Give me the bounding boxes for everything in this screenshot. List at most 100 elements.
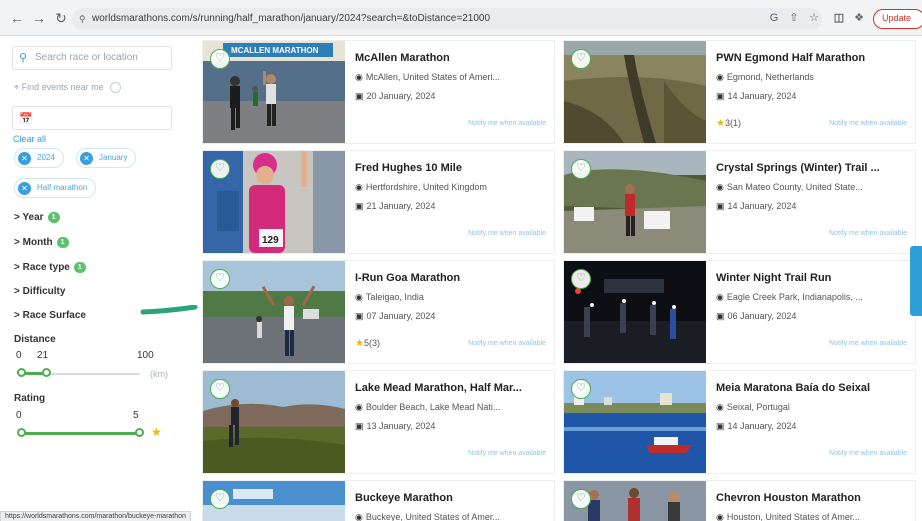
favorite-heart-icon[interactable]: ♡ bbox=[210, 49, 230, 69]
calendar-icon: ▣ bbox=[355, 91, 364, 101]
filter-chip-year[interactable]: ✕ 2024 bbox=[14, 148, 64, 168]
favorite-heart-icon[interactable]: ♡ bbox=[210, 379, 230, 399]
race-title[interactable]: Crystal Springs (Winter) Trail ... bbox=[716, 162, 911, 174]
notify-me-link[interactable]: Notify me when available bbox=[829, 340, 907, 347]
location-target-icon: ⌖ bbox=[14, 82, 20, 92]
race-card[interactable]: 129 ♡ Fred Hughes 10 Mile ◉ Hertfordshire… bbox=[202, 150, 555, 254]
race-title[interactable]: Lake Mead Marathon, Half Mar... bbox=[355, 382, 550, 394]
chip-label: 2024 bbox=[37, 153, 55, 162]
facet-race-type[interactable]: > Race type 1 bbox=[14, 262, 86, 273]
rating-min-handle[interactable] bbox=[17, 428, 26, 437]
notify-me-link[interactable]: Notify me when available bbox=[468, 120, 546, 127]
find-events-near-me[interactable]: ⌖ Find events near me bbox=[14, 82, 122, 94]
feedback-side-tab[interactable] bbox=[910, 246, 922, 316]
favorite-heart-icon[interactable]: ♡ bbox=[571, 379, 591, 399]
distance-max: 100 bbox=[137, 350, 154, 361]
race-title[interactable]: Meia Maratona Baía do Seixal bbox=[716, 382, 911, 394]
race-title[interactable]: McAllen Marathon bbox=[355, 52, 550, 64]
distance-max-handle[interactable] bbox=[41, 368, 51, 377]
race-location: Seixal, Portugal bbox=[726, 402, 790, 412]
notify-me-link[interactable]: Notify me when available bbox=[829, 230, 907, 237]
location-pin-icon: ◉ bbox=[355, 72, 363, 82]
race-rating: 3(1) bbox=[724, 118, 741, 128]
site-info-icon[interactable]: ⚲ bbox=[79, 8, 86, 30]
date-picker-input[interactable]: 📅 bbox=[12, 106, 172, 130]
race-title[interactable]: Chevron Houston Marathon bbox=[716, 492, 911, 504]
race-card[interactable]: ♡ PWN Egmond Half Marathon ◉ Egmond, Neth… bbox=[563, 40, 916, 144]
facet-month[interactable]: > Month 1 bbox=[14, 237, 69, 248]
favorite-heart-icon[interactable]: ♡ bbox=[571, 489, 591, 509]
race-card[interactable]: ♡ Crystal Springs (Winter) Trail ... ◉ Sa… bbox=[563, 150, 916, 254]
update-button[interactable]: Update bbox=[873, 9, 922, 29]
race-location: Taleigao, India bbox=[365, 292, 424, 302]
forward-arrow-icon[interactable]: → bbox=[30, 9, 48, 27]
favorite-heart-icon[interactable]: ♡ bbox=[210, 489, 230, 509]
favorite-heart-icon[interactable]: ♡ bbox=[210, 159, 230, 179]
location-pin-icon: ◉ bbox=[355, 292, 363, 302]
filter-chip-race-type[interactable]: ✕ Half marathon bbox=[14, 178, 97, 198]
race-date: 20 January, 2024 bbox=[366, 91, 436, 101]
back-arrow-icon[interactable]: ← bbox=[8, 9, 26, 27]
race-card[interactable]: ♡ Lake Mead Marathon, Half Mar... ◉ Bould… bbox=[202, 370, 555, 474]
race-card[interactable]: ♡ I-Run Goa Marathon ◉ Taleigao, India ▣ 0… bbox=[202, 260, 555, 364]
notify-me-link[interactable]: Notify me when available bbox=[829, 450, 907, 457]
filter-sidebar: ⚲ Search race or location ⌖ Find events … bbox=[0, 36, 192, 521]
facet-difficulty[interactable]: > Difficulty bbox=[14, 286, 65, 297]
favorite-heart-icon[interactable]: ♡ bbox=[571, 49, 591, 69]
clear-all-link[interactable]: Clear all bbox=[13, 134, 46, 144]
address-bar[interactable]: ⚲ worldsmarathons.com/s/running/half_mar… bbox=[72, 8, 822, 30]
rating-slider-fill bbox=[22, 432, 140, 435]
filter-chip-month[interactable]: ✕ January bbox=[76, 148, 137, 168]
race-title[interactable]: PWN Egmond Half Marathon bbox=[716, 52, 911, 64]
distance-min-handle[interactable] bbox=[17, 368, 26, 377]
race-card[interactable]: MCALLEN MARATHON ♡ McAllen Marathon ◉ McA… bbox=[202, 40, 555, 144]
race-title[interactable]: I-Run Goa Marathon bbox=[355, 272, 550, 284]
race-date: 14 January, 2024 bbox=[727, 421, 797, 431]
calendar-icon: ▣ bbox=[716, 91, 725, 101]
notify-me-link[interactable]: Notify me when available bbox=[468, 230, 546, 237]
location-pin-icon: ◉ bbox=[716, 512, 724, 521]
race-title[interactable]: Fred Hughes 10 Mile bbox=[355, 162, 550, 174]
race-location: Hertfordshire, United Kingdom bbox=[365, 182, 487, 192]
notify-me-link[interactable]: Notify me when available bbox=[829, 120, 907, 127]
location-pin-icon: ◉ bbox=[716, 182, 724, 192]
bookmark-star-icon[interactable]: ☆ bbox=[807, 10, 821, 26]
rating-star-icon: ★ bbox=[355, 338, 364, 349]
race-title[interactable]: Winter Night Trail Run bbox=[716, 272, 911, 284]
remove-chip-icon[interactable]: ✕ bbox=[18, 182, 31, 195]
rating-max-handle[interactable] bbox=[135, 428, 144, 437]
notify-me-link[interactable]: Notify me when available bbox=[468, 340, 546, 347]
near-me-label: Find events near me bbox=[21, 82, 104, 92]
race-card[interactable]: ♡ Meia Maratona Baía do Seixal ◉ Seixal, … bbox=[563, 370, 916, 474]
race-location: Eagle Creek Park, Indianapolis, ... bbox=[726, 292, 863, 302]
race-location: McAllen, United States of Ameri... bbox=[365, 72, 500, 82]
race-title[interactable]: Buckeye Marathon bbox=[355, 492, 550, 504]
share-icon[interactable]: ⇧ bbox=[787, 10, 801, 26]
location-pin-icon: ◉ bbox=[716, 72, 724, 82]
race-location: Buckeye, United States of Amer... bbox=[365, 512, 500, 521]
location-pin-icon: ◉ bbox=[716, 402, 724, 412]
favorite-heart-icon[interactable]: ♡ bbox=[571, 269, 591, 289]
facet-label: Race Surface bbox=[22, 310, 86, 321]
reading-list-icon[interactable]: ◫ bbox=[832, 10, 846, 26]
facet-year[interactable]: > Year 1 bbox=[14, 212, 60, 223]
remove-chip-icon[interactable]: ✕ bbox=[18, 152, 31, 165]
favorite-heart-icon[interactable]: ♡ bbox=[571, 159, 591, 179]
remove-chip-icon[interactable]: ✕ bbox=[80, 152, 93, 165]
bib-number-text: 129 bbox=[262, 235, 279, 246]
facet-race-surface[interactable]: > Race Surface bbox=[14, 310, 86, 321]
favorite-heart-icon[interactable]: ♡ bbox=[210, 269, 230, 289]
search-input[interactable]: ⚲ Search race or location bbox=[12, 46, 172, 70]
calendar-icon: ▣ bbox=[355, 311, 364, 321]
google-lens-icon[interactable]: G bbox=[767, 10, 781, 26]
star-icon: ★ bbox=[151, 425, 162, 439]
calendar-icon: ▣ bbox=[355, 421, 364, 431]
extensions-icon[interactable]: ❖ bbox=[852, 10, 866, 26]
race-card[interactable]: ♡ Buckeye Marathon ◉ Buckeye, United Stat… bbox=[202, 480, 555, 521]
reload-icon[interactable]: ↻ bbox=[52, 9, 70, 27]
near-me-toggle[interactable] bbox=[110, 82, 122, 94]
race-card[interactable]: ♡ Winter Night Trail Run ◉ Eagle Creek Pa… bbox=[563, 260, 916, 364]
notify-me-link[interactable]: Notify me when available bbox=[468, 450, 546, 457]
rating-star-icon: ★ bbox=[716, 118, 725, 129]
race-card[interactable]: ♡ Chevron Houston Marathon ◉ Houston, Uni… bbox=[563, 480, 916, 521]
